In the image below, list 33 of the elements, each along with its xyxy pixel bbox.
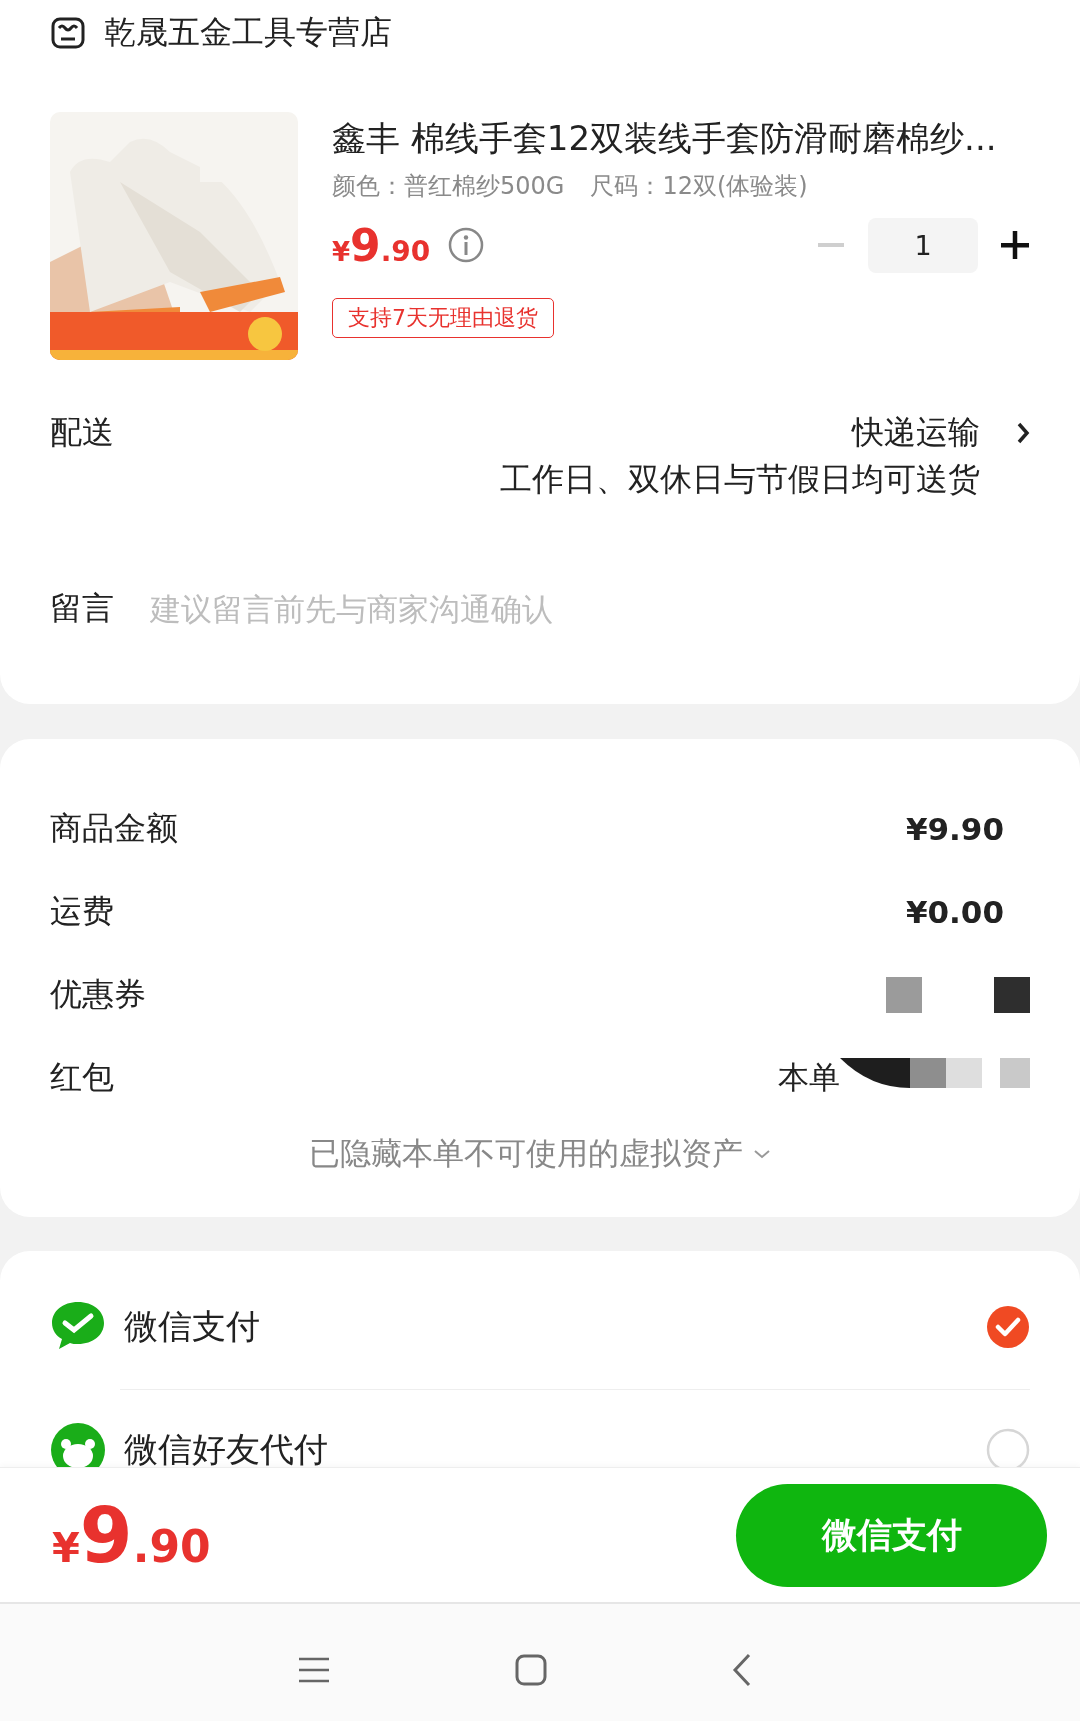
back-icon[interactable]: [732, 1652, 752, 1687]
payment-method-name: 微信好友代付: [124, 1428, 329, 1467]
delivery-note: 工作日、双休日与节假日均可送货: [500, 459, 980, 500]
product-size: 尺码：12双(体验装): [590, 171, 808, 202]
chevron-right-icon[interactable]: [1016, 421, 1030, 445]
product-color: 颜色：普红棉纱500G: [332, 171, 565, 202]
summary-label: 商品金额: [50, 807, 178, 849]
product-title: 鑫丰 棉线手套12双装线手套防滑耐磨棉纱...: [332, 117, 998, 160]
info-icon[interactable]: [448, 227, 485, 263]
payment-option[interactable]: 微信支付: [50, 1267, 1030, 1387]
quantity-field[interactable]: 1: [868, 217, 978, 273]
radio-check[interactable]: [986, 1305, 1030, 1349]
price: ¥9.90: [332, 219, 431, 271]
message-label: 留言: [50, 588, 115, 629]
payment-method-name: 微信支付: [124, 1305, 261, 1348]
summary-value: 本单: [778, 1057, 840, 1097]
summary-amount: ¥9.90: [905, 810, 1004, 847]
summary-label: 红包: [50, 1056, 114, 1098]
chevron-down-icon[interactable]: [753, 1148, 771, 1160]
summary-label: 运费: [50, 890, 114, 932]
hidden-assets-note[interactable]: 已隐藏本单不可使用的虚拟资产: [309, 1133, 743, 1175]
message-field[interactable]: 建议留言前先与商家沟通确认: [150, 591, 750, 627]
plus-icon[interactable]: [1000, 230, 1030, 260]
price: ¥9.90: [52, 1490, 211, 1580]
home-icon[interactable]: [515, 1653, 547, 1686]
return-policy-badge: 支持7天无理由退货: [332, 298, 554, 338]
store-icon: [50, 15, 86, 51]
radio-check[interactable]: [986, 1428, 1030, 1467]
menu-icon[interactable]: [298, 1655, 330, 1684]
summary-label: 优惠券: [50, 973, 146, 1015]
store-name[interactable]: 乾晟五金工具专营店: [104, 11, 392, 55]
summary-amount: ¥0.00: [905, 893, 1004, 930]
delivery-label: 配送: [50, 412, 115, 453]
